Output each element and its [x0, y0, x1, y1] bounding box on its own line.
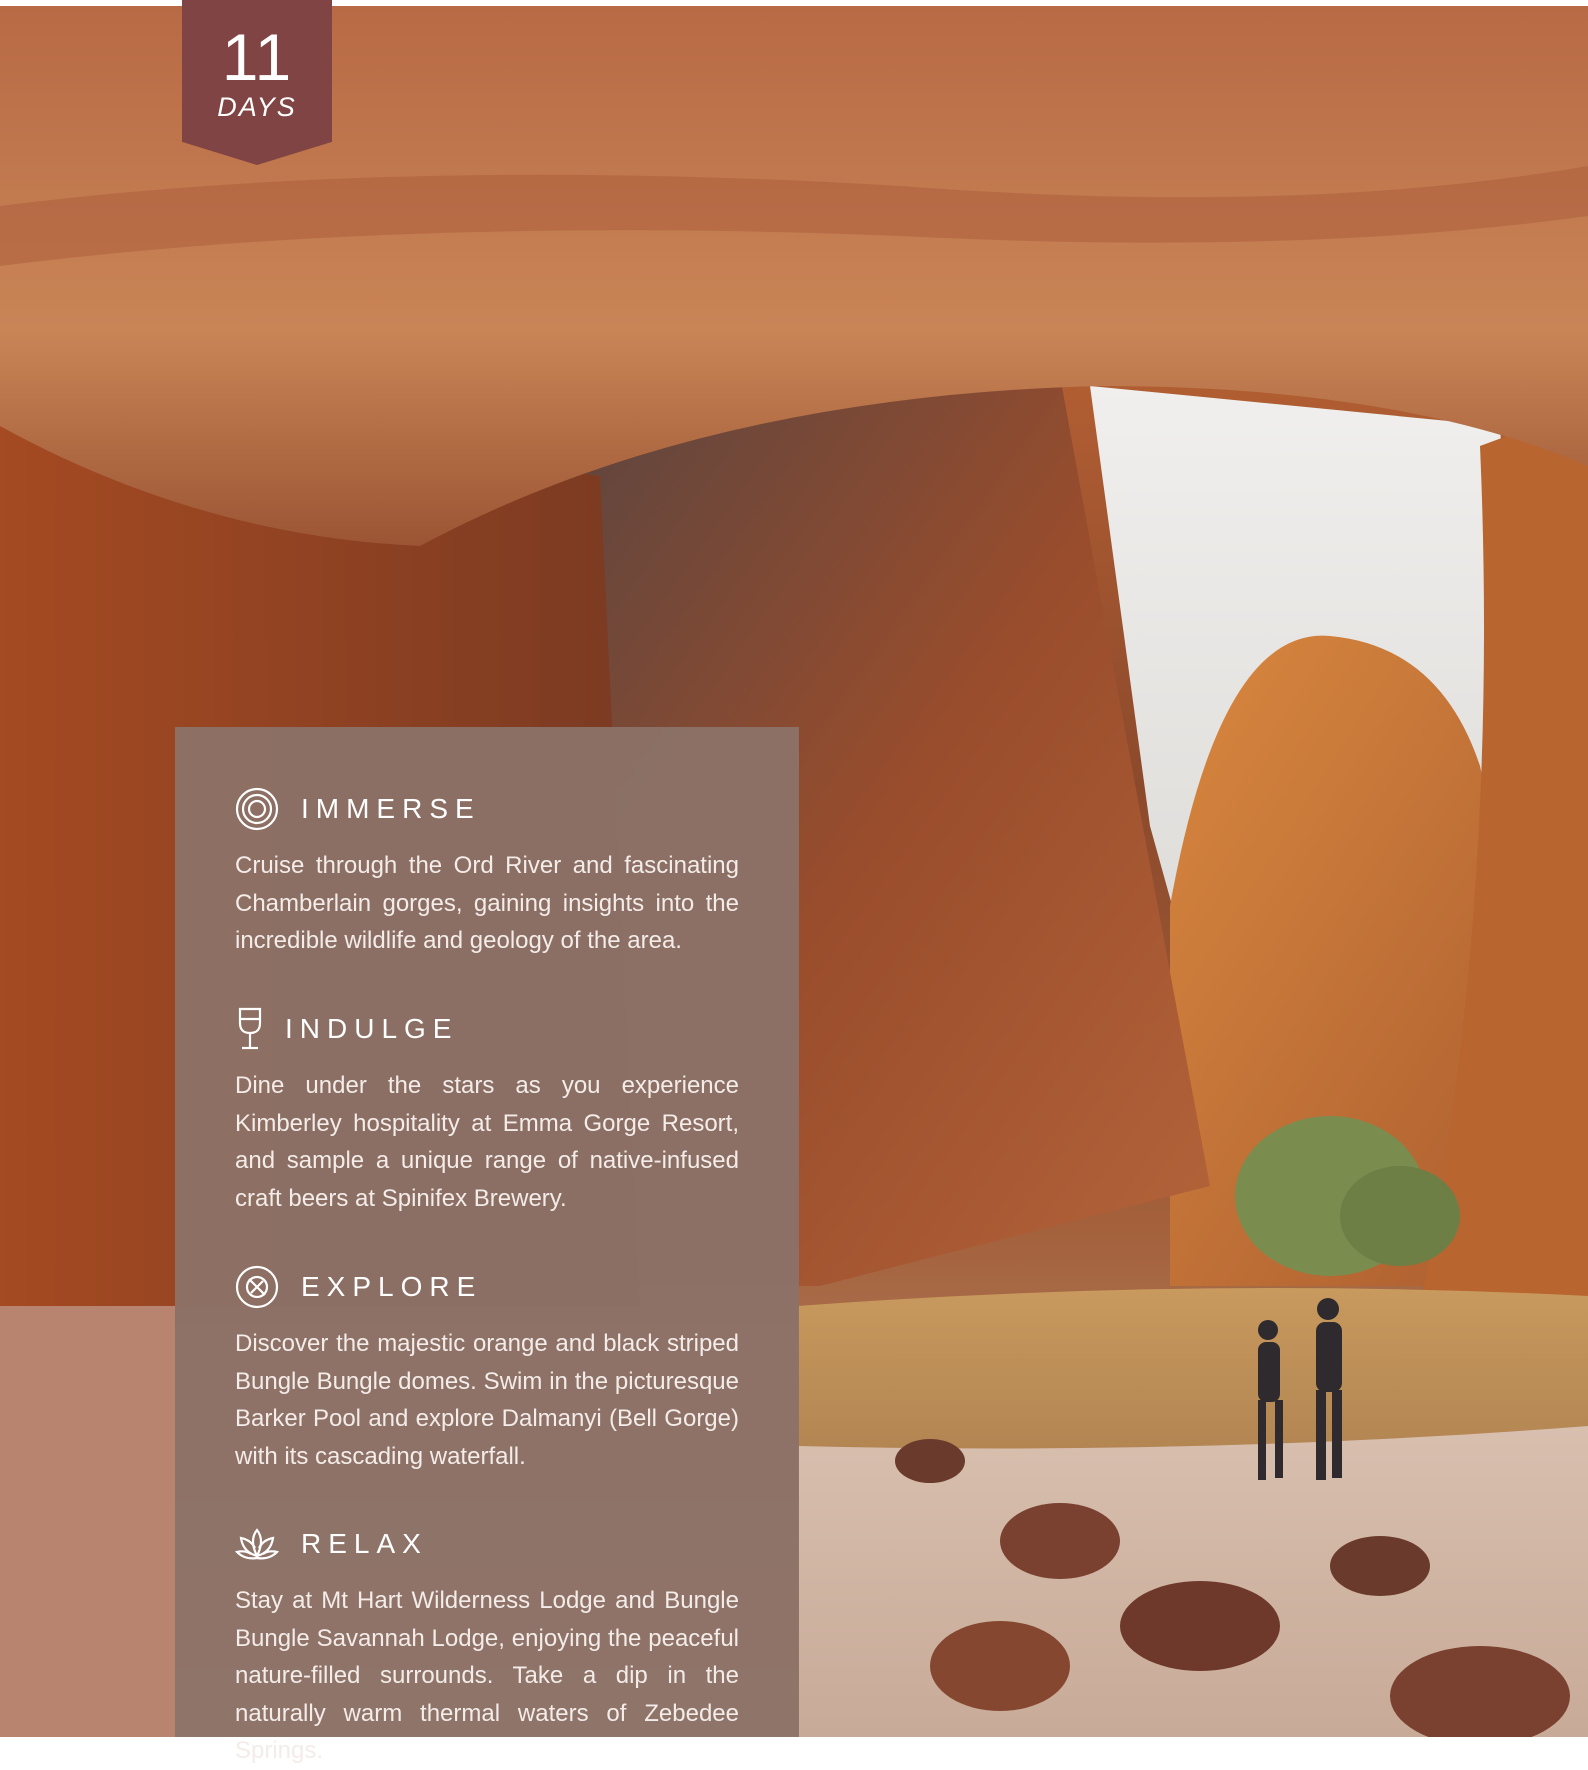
duration-number: 11 — [221, 20, 293, 94]
section-heading: IMMERSE — [235, 785, 739, 833]
section-body: Stay at Mt Hart Wilderness Lodge and Bun… — [235, 1587, 739, 1764]
section-heading: INDULGE — [235, 1005, 739, 1053]
compass-icon — [235, 1265, 279, 1309]
section-title: RELAX — [301, 1528, 428, 1559]
section-body: Cruise through the Ord River and fascina… — [235, 852, 739, 954]
section-title: INDULGE — [285, 1013, 459, 1044]
highlights-panel: IMMERSE Cruise through the Ord River and… — [175, 727, 799, 1764]
duration-unit: DAYS — [217, 92, 297, 122]
section-explore: EXPLORE Discover the majestic orange and… — [235, 1263, 739, 1475]
section-body: Dine under the stars as you experience K… — [235, 1072, 739, 1212]
concentric-circles-icon — [235, 787, 279, 831]
wine-glass-icon — [235, 1007, 265, 1051]
duration-badge: 11 DAYS — [182, 0, 332, 165]
section-heading: RELAX — [234, 1520, 739, 1568]
section-immerse: IMMERSE Cruise through the Ord River and… — [235, 785, 739, 960]
section-indulge: INDULGE Dine under the stars as you expe… — [235, 1005, 739, 1217]
section-title: EXPLORE — [301, 1271, 483, 1302]
section-body: Discover the majestic orange and black s… — [235, 1330, 739, 1470]
lotus-icon — [234, 1522, 280, 1566]
section-heading: EXPLORE — [235, 1263, 739, 1311]
section-relax: RELAX Stay at Mt Hart Wilderness Lodge a… — [234, 1520, 739, 1770]
section-title: IMMERSE — [301, 793, 481, 824]
